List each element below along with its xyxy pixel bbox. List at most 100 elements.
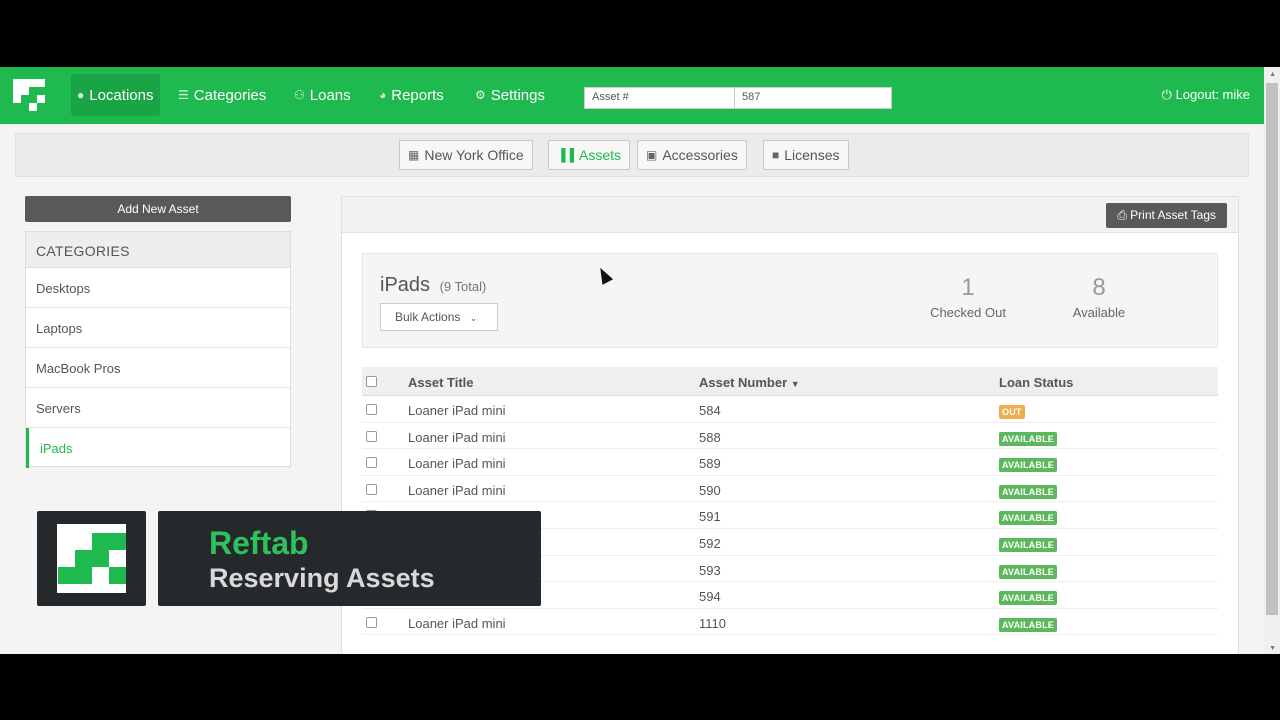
- row-checkbox[interactable]: [366, 483, 377, 498]
- asset-title[interactable]: Loaner iPad mini: [408, 456, 506, 471]
- asset-number: 591: [699, 509, 721, 525]
- logout-label: Logout: mike: [1175, 87, 1250, 102]
- loan-status: AVAILABLE: [999, 483, 1057, 499]
- table-row[interactable]: Loaner iPad mini 589 AVAILABLE: [362, 449, 1218, 476]
- reftab-logo-large: [57, 524, 126, 593]
- checked-out-count: 1: [961, 274, 975, 301]
- table-row[interactable]: Loaner iPad mini 588 AVAILABLE: [362, 423, 1218, 450]
- status-badge: AVAILABLE: [999, 511, 1057, 526]
- bulk-actions-label: Bulk Actions: [395, 310, 461, 324]
- loan-status: AVAILABLE: [999, 430, 1057, 446]
- nav-label: Categories: [193, 86, 267, 104]
- scroll-down-icon[interactable]: ▼: [1269, 645, 1276, 652]
- tab-label: Assets: [579, 147, 622, 163]
- loan-status: AVAILABLE: [999, 456, 1057, 473]
- building-icon: ▦: [408, 148, 420, 162]
- categories-panel: CATEGORIES Desktops Laptops MacBook Pros…: [25, 231, 291, 468]
- asset-number: 593: [699, 562, 721, 578]
- asset-title[interactable]: Loaner iPad mini: [408, 483, 506, 498]
- asset-number: 594: [699, 589, 721, 605]
- category-item-ipads[interactable]: iPads: [26, 428, 290, 468]
- status-badge: OUT: [999, 405, 1025, 419]
- asset-number: 588: [699, 429, 721, 445]
- category-title: iPads (9 Total): [380, 274, 486, 297]
- overlay-subtitle: Reserving Assets: [209, 563, 435, 593]
- category-name: iPads: [380, 274, 431, 296]
- chevron-down-icon: ⌄: [469, 313, 478, 323]
- status-badge: AVAILABLE: [999, 564, 1057, 579]
- asset-title[interactable]: Loaner iPad mini: [408, 616, 506, 631]
- category-item-macbook-pros[interactable]: MacBook Pros: [26, 348, 290, 388]
- checked-out-stat: 1 Checked Out: [908, 274, 1028, 320]
- categories-heading: CATEGORIES: [26, 232, 290, 268]
- select-all-checkbox[interactable]: [366, 375, 377, 390]
- logout-link[interactable]: ⏻ Logout: mike: [1162, 87, 1250, 103]
- nav-label: Reports: [391, 86, 444, 104]
- reftab-logo[interactable]: [13, 79, 45, 111]
- available-stat: 8 Available: [1039, 274, 1159, 320]
- row-checkbox[interactable]: [366, 456, 377, 471]
- status-badge: AVAILABLE: [999, 537, 1057, 552]
- status-badge: AVAILABLE: [999, 431, 1057, 446]
- tab-label: New York Office: [424, 147, 524, 163]
- nav-reports[interactable]: ◕ Reports: [373, 74, 450, 116]
- overlay-caption: Reftab Reserving Assets: [158, 511, 541, 606]
- add-new-asset-button[interactable]: Add New Asset: [25, 196, 291, 222]
- table-row[interactable]: Loaner iPad mini 1110 AVAILABLE: [362, 609, 1218, 636]
- column-asset-number[interactable]: Asset Number ▼: [699, 375, 800, 390]
- row-checkbox[interactable]: [366, 430, 377, 445]
- status-badge: AVAILABLE: [999, 617, 1057, 632]
- tab-assets[interactable]: ▐▐ Assets: [548, 140, 631, 170]
- print-asset-tags-button[interactable]: ⎙ Print Asset Tags: [1106, 203, 1227, 228]
- category-item-servers[interactable]: Servers: [26, 388, 290, 428]
- barcode-icon: ▐▐: [557, 148, 575, 162]
- category-item-desktops[interactable]: Desktops: [26, 268, 290, 308]
- nav-settings[interactable]: ⚙ Settings: [469, 74, 551, 116]
- archive-icon: ■: [772, 148, 780, 162]
- table-row[interactable]: Loaner iPad mini 590 AVAILABLE: [362, 476, 1218, 503]
- nav-label: Settings: [490, 86, 545, 104]
- available-label: Available: [1072, 305, 1126, 320]
- top-navbar: ● Locations ☰ Categories ⚇ Loans ◕ Repor…: [0, 67, 1264, 124]
- status-badge: AVAILABLE: [999, 591, 1057, 606]
- assets-panel-header: ⎙ Print Asset Tags: [342, 197, 1238, 233]
- asset-title[interactable]: Loaner iPad mini: [408, 430, 506, 445]
- app-frame: ● Locations ☰ Categories ⚇ Loans ◕ Repor…: [0, 67, 1280, 654]
- bulk-actions-dropdown[interactable]: Bulk Actions ⌄: [380, 303, 498, 331]
- nav-locations[interactable]: ● Locations: [71, 74, 160, 116]
- print-label: Print Asset Tags: [1130, 208, 1216, 222]
- category-summary: iPads (9 Total) Bulk Actions ⌄ 1 Checked…: [362, 253, 1218, 348]
- tab-accessories[interactable]: ▣ Accessories: [637, 140, 747, 170]
- scroll-up-icon[interactable]: ▲: [1269, 71, 1276, 78]
- loan-status: OUT: [999, 403, 1025, 419]
- nav-loans[interactable]: ⚇ Loans: [288, 74, 357, 116]
- scrollbar[interactable]: ▲ ▼: [1264, 67, 1280, 654]
- table-row[interactable]: Loaner iPad mini 584 OUT: [362, 396, 1218, 423]
- search-input[interactable]: 587: [734, 87, 892, 109]
- sort-desc-icon: ▼: [790, 379, 800, 389]
- asset-number: 589: [699, 456, 721, 472]
- status-badge: AVAILABLE: [999, 484, 1057, 499]
- row-checkbox[interactable]: [366, 403, 377, 418]
- scrollbar-thumb[interactable]: [1266, 83, 1278, 615]
- nav-categories[interactable]: ☰ Categories: [172, 74, 272, 116]
- loan-status: AVAILABLE: [999, 589, 1057, 606]
- asset-number: 590: [699, 482, 721, 498]
- search-type-select[interactable]: Asset #: [584, 87, 735, 109]
- column-loan-status[interactable]: Loan Status: [999, 375, 1073, 390]
- location-tabbar: ▦ New York Office ▐▐ Assets ▣ Accessorie…: [15, 133, 1249, 177]
- list-icon: ☰: [178, 88, 189, 102]
- cubes-icon: ▣: [646, 148, 658, 162]
- available-count: 8: [1092, 274, 1106, 301]
- asset-number: 1110: [699, 615, 726, 631]
- tab-licenses[interactable]: ■ Licenses: [763, 140, 849, 170]
- category-item-laptops[interactable]: Laptops: [26, 308, 290, 348]
- gears-icon: ⚙: [475, 88, 486, 102]
- row-checkbox[interactable]: [366, 616, 377, 631]
- nav-label: Locations: [89, 86, 154, 104]
- asset-title[interactable]: Loaner iPad mini: [408, 403, 506, 418]
- tab-new-york-office[interactable]: ▦ New York Office: [399, 140, 533, 170]
- column-asset-number-label: Asset Number: [699, 375, 788, 390]
- column-asset-title[interactable]: Asset Title: [408, 375, 474, 390]
- nav-label: Loans: [309, 86, 351, 104]
